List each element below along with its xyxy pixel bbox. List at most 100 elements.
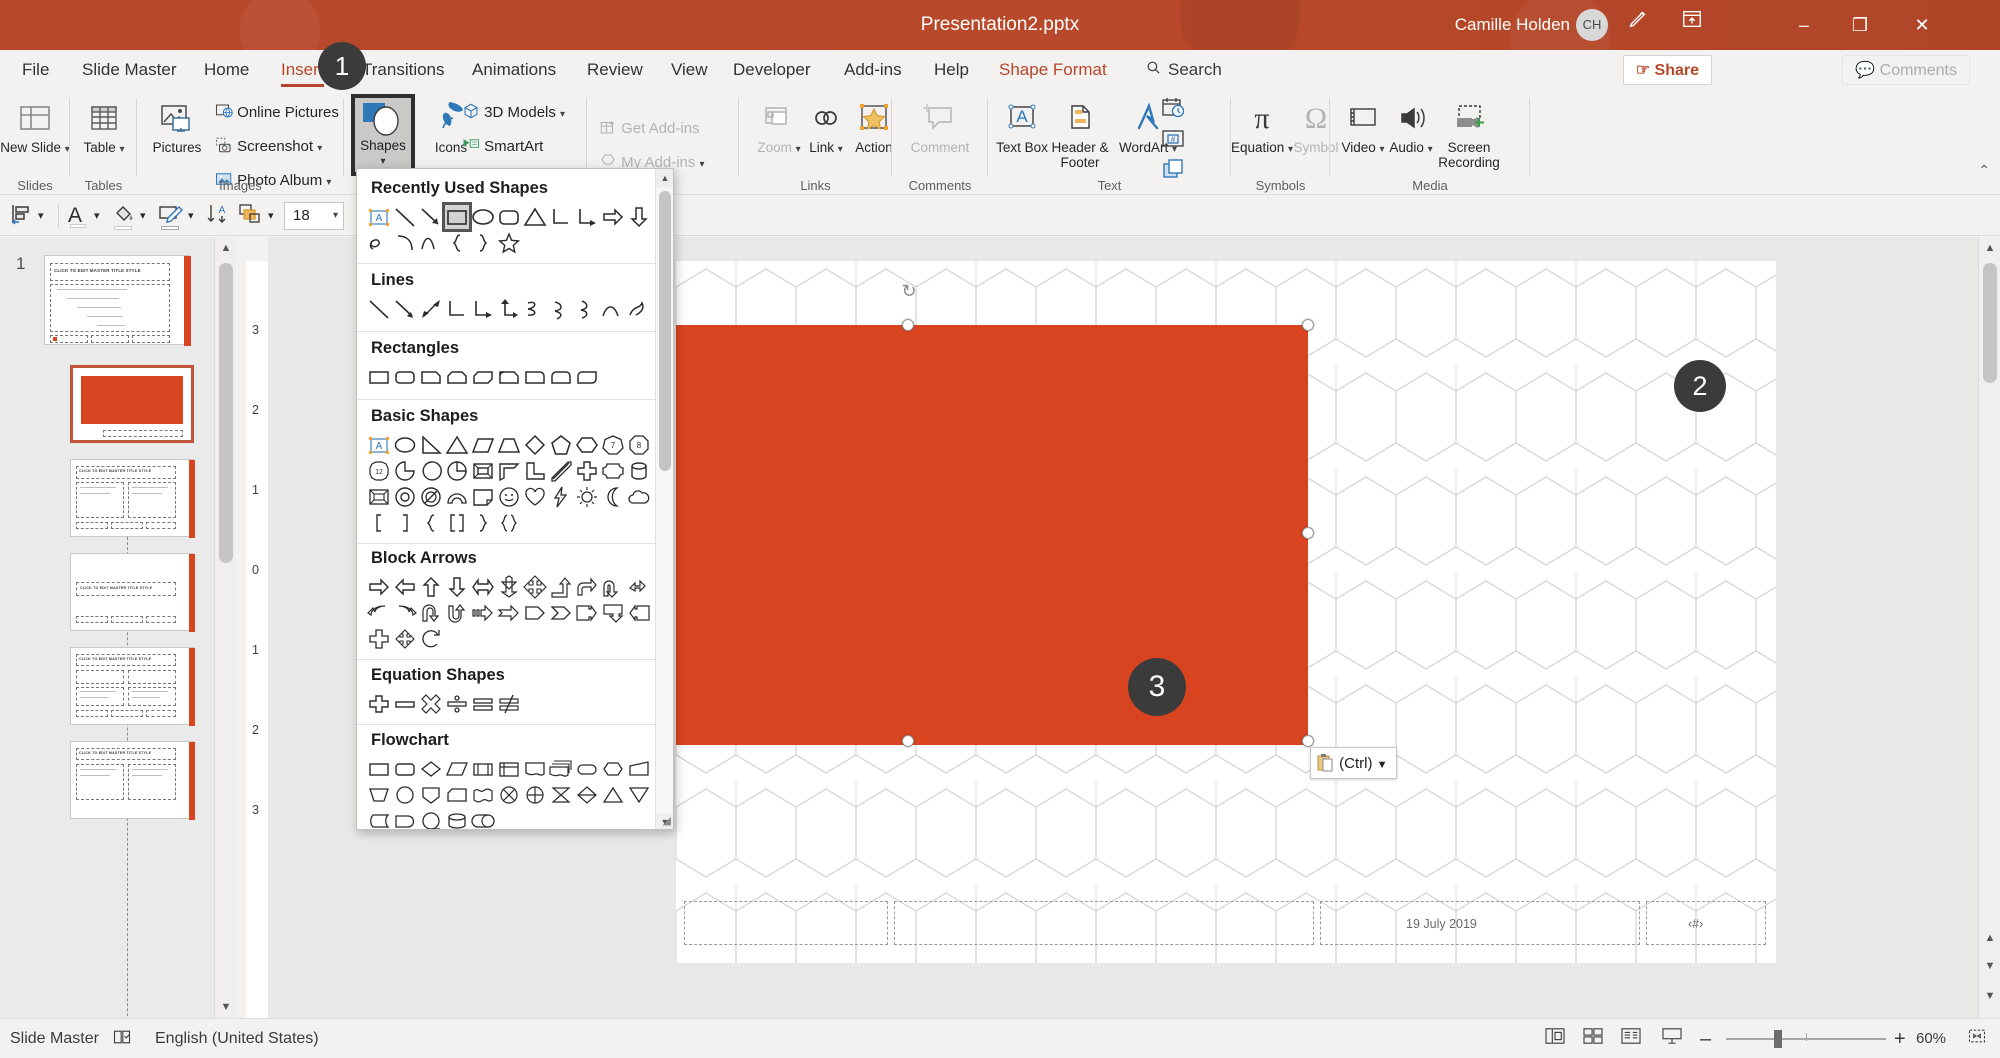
chevron-down-icon[interactable]: ▾ bbox=[188, 200, 194, 232]
shape-flowchart-merge[interactable] bbox=[627, 783, 651, 807]
close-button[interactable]: ✕ bbox=[1894, 0, 1950, 50]
next-slide-icon[interactable]: ▼ bbox=[1979, 955, 2000, 977]
pen-icon[interactable] bbox=[1616, 0, 1660, 50]
shape-text-box[interactable]: A bbox=[367, 205, 391, 229]
comments-button[interactable]: 💬 Comments bbox=[1842, 55, 1970, 85]
shape-oval[interactable] bbox=[471, 205, 495, 229]
shape-not-equal-sign[interactable] bbox=[497, 692, 521, 716]
shape-curved-left-arrow[interactable] bbox=[367, 601, 391, 625]
shape-octagon[interactable]: 8 bbox=[627, 433, 651, 457]
pasted-rectangle-shape[interactable] bbox=[676, 325, 1308, 745]
shape-flowchart-document[interactable] bbox=[523, 757, 547, 781]
shape-multiply-sign[interactable] bbox=[419, 692, 443, 716]
thumbnail-layout-section[interactable]: CLICK TO EDIT MASTER TITLE STYLE bbox=[70, 553, 195, 632]
chevron-down-icon[interactable]: ▾ bbox=[700, 159, 705, 170]
normal-view-icon[interactable] bbox=[1540, 1027, 1570, 1051]
shape-equal-sign[interactable] bbox=[471, 692, 495, 716]
shape-elbow-arrow[interactable] bbox=[471, 297, 495, 321]
paste-options-button[interactable]: (Ctrl) ▼ bbox=[1310, 747, 1397, 779]
shape-chord[interactable] bbox=[419, 459, 443, 483]
shape-flowchart-connector[interactable] bbox=[393, 783, 417, 807]
shape-arrow-right[interactable] bbox=[367, 575, 391, 599]
share-button[interactable]: ☞ Share bbox=[1622, 55, 1712, 85]
thumbnail-layout-content[interactable]: CLICK TO EDIT MASTER TITLE STYLE bbox=[70, 459, 195, 538]
shape-pie[interactable] bbox=[393, 459, 417, 483]
shape-outline-icon[interactable] bbox=[158, 200, 184, 232]
shape-arrow-up[interactable] bbox=[419, 575, 443, 599]
shape-flowchart-decision[interactable] bbox=[419, 757, 443, 781]
scroll-down-icon[interactable]: ▼ bbox=[1979, 985, 2000, 1007]
online-pictures-button[interactable]: Online Pictures bbox=[215, 102, 339, 121]
shape-isosceles-triangle[interactable] bbox=[523, 205, 547, 229]
shape-elbow-connector[interactable] bbox=[445, 297, 469, 321]
shape-right-brace[interactable] bbox=[471, 511, 495, 535]
shape-text-box[interactable]: A bbox=[367, 433, 391, 457]
tab-help[interactable]: Help bbox=[930, 50, 973, 90]
handle-top-center[interactable] bbox=[902, 319, 914, 331]
shape-round-single-corner[interactable] bbox=[523, 365, 547, 389]
shape-rectangle[interactable] bbox=[367, 365, 391, 389]
shape-flowchart-multidocument[interactable] bbox=[549, 757, 573, 781]
scroll-up-icon[interactable]: ▲ bbox=[1979, 237, 2000, 259]
shape-down-arrow-callout[interactable] bbox=[601, 601, 625, 625]
shape-line-arrow[interactable] bbox=[393, 297, 417, 321]
tab-animations[interactable]: Animations bbox=[468, 50, 560, 90]
slide-number-button[interactable]: # bbox=[1160, 126, 1186, 157]
scroll-up-icon[interactable]: ▲ bbox=[656, 169, 673, 187]
shape-curve[interactable] bbox=[419, 231, 443, 255]
shape-curved-down-arrow[interactable] bbox=[445, 601, 469, 625]
3d-models-button[interactable]: 3D Models ▾ bbox=[462, 102, 565, 121]
shape-arrow-left-right[interactable] bbox=[471, 575, 495, 599]
reading-view-icon[interactable] bbox=[1616, 1027, 1646, 1051]
shape-left-brace[interactable] bbox=[445, 231, 469, 255]
thumbnail-layout-two-content[interactable]: CLICK TO EDIT MASTER TITLE STYLE bbox=[70, 647, 195, 726]
chevron-down-icon[interactable]: ▾ bbox=[355, 156, 411, 167]
shape-heptagon[interactable]: 7 bbox=[601, 433, 625, 457]
shape-arrow-right[interactable] bbox=[601, 205, 625, 229]
zoom-out-button[interactable]: – bbox=[1700, 1019, 1711, 1058]
tab-add-ins[interactable]: Add-ins bbox=[840, 50, 906, 90]
shape-left-up-arrow[interactable] bbox=[627, 575, 651, 599]
shape-u-turn-arrow[interactable] bbox=[601, 575, 625, 599]
smartart-button[interactable]: SmartArt bbox=[462, 136, 543, 155]
shapes-menu-scrollbar[interactable]: ▲ ▼ bbox=[655, 169, 673, 829]
shape-arc[interactable] bbox=[393, 231, 417, 255]
shape-chevron-arrow[interactable] bbox=[549, 601, 573, 625]
minimize-button[interactable]: – bbox=[1776, 0, 1832, 50]
shape-pentagon[interactable] bbox=[549, 433, 573, 457]
shape-left-bracket[interactable] bbox=[367, 511, 391, 535]
shape-rounded-rectangle[interactable] bbox=[393, 365, 417, 389]
proofing-icon[interactable] bbox=[112, 1019, 132, 1058]
shape-elbow-connector[interactable] bbox=[549, 205, 573, 229]
shape-hexagon[interactable] bbox=[575, 433, 599, 457]
shape-snip-same-side-corner[interactable] bbox=[445, 365, 469, 389]
shape-snip-round-corner[interactable] bbox=[497, 365, 521, 389]
shape-sun[interactable] bbox=[575, 485, 599, 509]
shape-no-symbol[interactable] bbox=[419, 485, 443, 509]
chevron-down-icon[interactable]: ▾ bbox=[560, 109, 565, 120]
shape-curve[interactable] bbox=[601, 297, 625, 321]
shape-curved-up-arrow[interactable] bbox=[419, 601, 443, 625]
shape-double-bracket[interactable] bbox=[445, 511, 469, 535]
zoom-slider-knob[interactable] bbox=[1774, 1030, 1782, 1048]
scroll-thumb[interactable] bbox=[219, 263, 233, 563]
shape-rectangle[interactable] bbox=[442, 202, 472, 232]
editor-vertical-scrollbar[interactable]: ▲ ▲ ▼ ▼ bbox=[1978, 237, 2000, 1018]
tab-transitions[interactable]: Transitions bbox=[358, 50, 449, 90]
tab-review[interactable]: Review bbox=[583, 50, 647, 90]
fill-color-icon[interactable] bbox=[112, 200, 136, 232]
collapse-ribbon-button[interactable]: ⌃ bbox=[1978, 162, 1990, 179]
chevron-down-icon[interactable]: ▾ bbox=[268, 200, 274, 232]
shape-elbow-double-arrow[interactable] bbox=[497, 297, 521, 321]
shape-rounded-rectangle[interactable] bbox=[497, 205, 521, 229]
shape-cross-arrow[interactable] bbox=[367, 627, 391, 651]
shape-line[interactable] bbox=[393, 205, 417, 229]
shape-donut[interactable] bbox=[393, 485, 417, 509]
shape-flowchart-or[interactable] bbox=[523, 783, 547, 807]
shape-curved-double-arrow[interactable] bbox=[575, 297, 599, 321]
font-color-icon[interactable]: A bbox=[68, 200, 86, 232]
screenshot-button[interactable]: Screenshot ▾ bbox=[215, 136, 322, 155]
shape-right-bracket[interactable] bbox=[393, 511, 417, 535]
shape-right-brace[interactable] bbox=[471, 231, 495, 255]
avatar[interactable]: CH bbox=[1576, 9, 1608, 41]
